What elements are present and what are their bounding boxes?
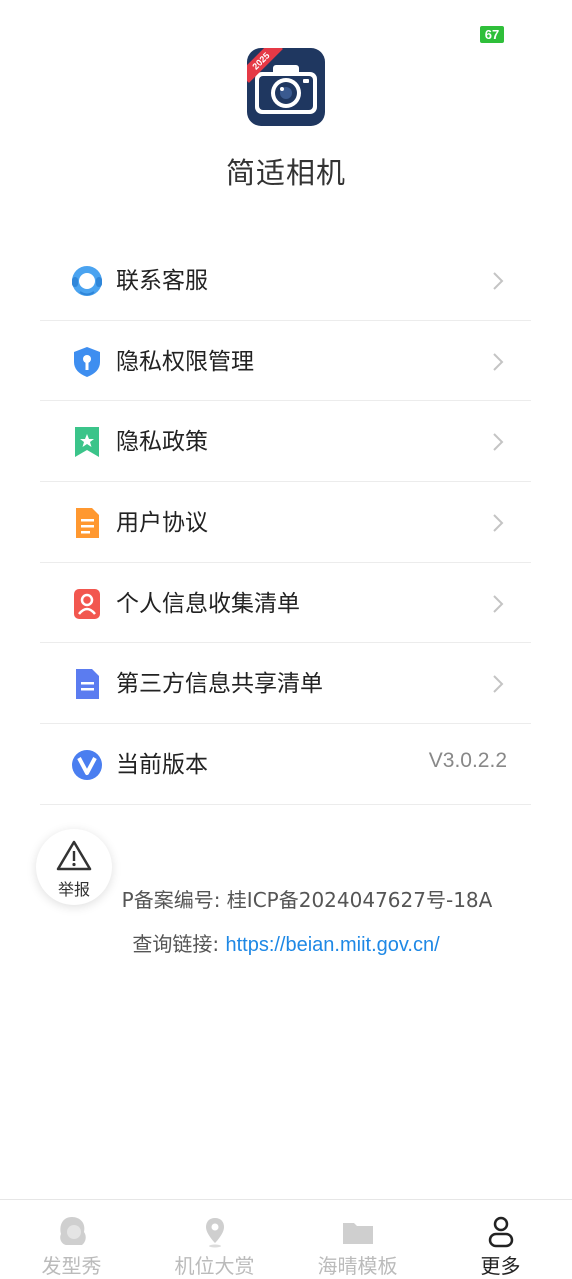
version-number: V3.0.2.2 (428, 749, 507, 773)
icp-record: P备案编号: 桂ICP备2024047627号-18A (0, 884, 572, 913)
chevron-right-icon (493, 595, 504, 613)
menu-item-privacy-permissions[interactable]: 隐私权限管理 (40, 321, 531, 402)
tab-more[interactable]: 更多 (429, 1200, 572, 1279)
menu-item-label: 用户协议 (116, 510, 208, 537)
beian-link[interactable]: https://beian.miit.gov.cn/ (225, 934, 439, 956)
warning-icon (56, 840, 92, 871)
app-logo: 2025 (247, 48, 325, 126)
tab-templates[interactable]: 海晴模板 (286, 1200, 429, 1279)
query-link-row: 查询链接: https://beian.miit.gov.cn/ (0, 928, 572, 957)
menu-item-current-version: 当前版本 V3.0.2.2 (40, 724, 531, 805)
menu-item-label: 隐私权限管理 (116, 348, 254, 375)
app-title: 简适相机 (225, 156, 346, 190)
file-list-icon (76, 669, 99, 700)
document-icon (76, 508, 99, 539)
menu-item-label: 第三方信息共享清单 (116, 671, 323, 698)
folder-icon (343, 1223, 373, 1244)
chevron-right-icon (493, 675, 504, 694)
menu-item-label: 隐私政策 (116, 429, 208, 456)
menu-item-privacy-policy[interactable]: 隐私政策 (40, 401, 531, 483)
tab-label: 发型秀 (41, 1254, 102, 1278)
tab-label: 更多 (480, 1254, 521, 1278)
menu-item-user-agreement[interactable]: 用户协议 (40, 482, 531, 563)
v-badge-icon (72, 750, 102, 781)
query-link-label: 查询链接: (132, 932, 226, 956)
settings-menu: 联系客服 隐私权限管理 隐私政策 用户协议 个人信息收集清单 第三方信息共享清单… (40, 240, 531, 805)
person-icon (488, 1216, 514, 1248)
person-card-icon (74, 588, 100, 619)
tab-camera-spots[interactable]: 机位大赏 (143, 1200, 286, 1279)
chevron-right-icon (493, 433, 504, 452)
menu-item-label: 当前版本 (116, 752, 208, 779)
chevron-right-icon (493, 352, 504, 371)
headset-icon (72, 266, 102, 296)
face-hair-icon (60, 1217, 86, 1245)
tab-hairstyle[interactable]: 发型秀 (0, 1200, 143, 1279)
bookmark-star-icon (75, 427, 99, 458)
tab-label: 海晴模板 (317, 1254, 398, 1278)
chevron-right-icon (493, 272, 504, 290)
menu-item-personal-info-list[interactable]: 个人信息收集清单 (40, 563, 531, 644)
menu-item-contact-support[interactable]: 联系客服 (40, 240, 531, 321)
menu-item-label: 联系客服 (116, 268, 208, 294)
bottom-tab-bar: 发型秀 机位大赏 海晴模板 更多 (0, 1199, 572, 1279)
battery-indicator: 67 (480, 26, 504, 43)
location-pin-icon (206, 1218, 224, 1248)
menu-item-label: 个人信息收集清单 (116, 590, 300, 617)
icp-record-text: P备案编号: 桂ICP备2024047627号-18A (121, 888, 493, 912)
menu-item-third-party-sharing[interactable]: 第三方信息共享清单 (40, 643, 531, 725)
tab-label: 机位大赏 (174, 1254, 255, 1278)
chevron-right-icon (493, 514, 504, 532)
shield-key-icon (74, 346, 100, 377)
